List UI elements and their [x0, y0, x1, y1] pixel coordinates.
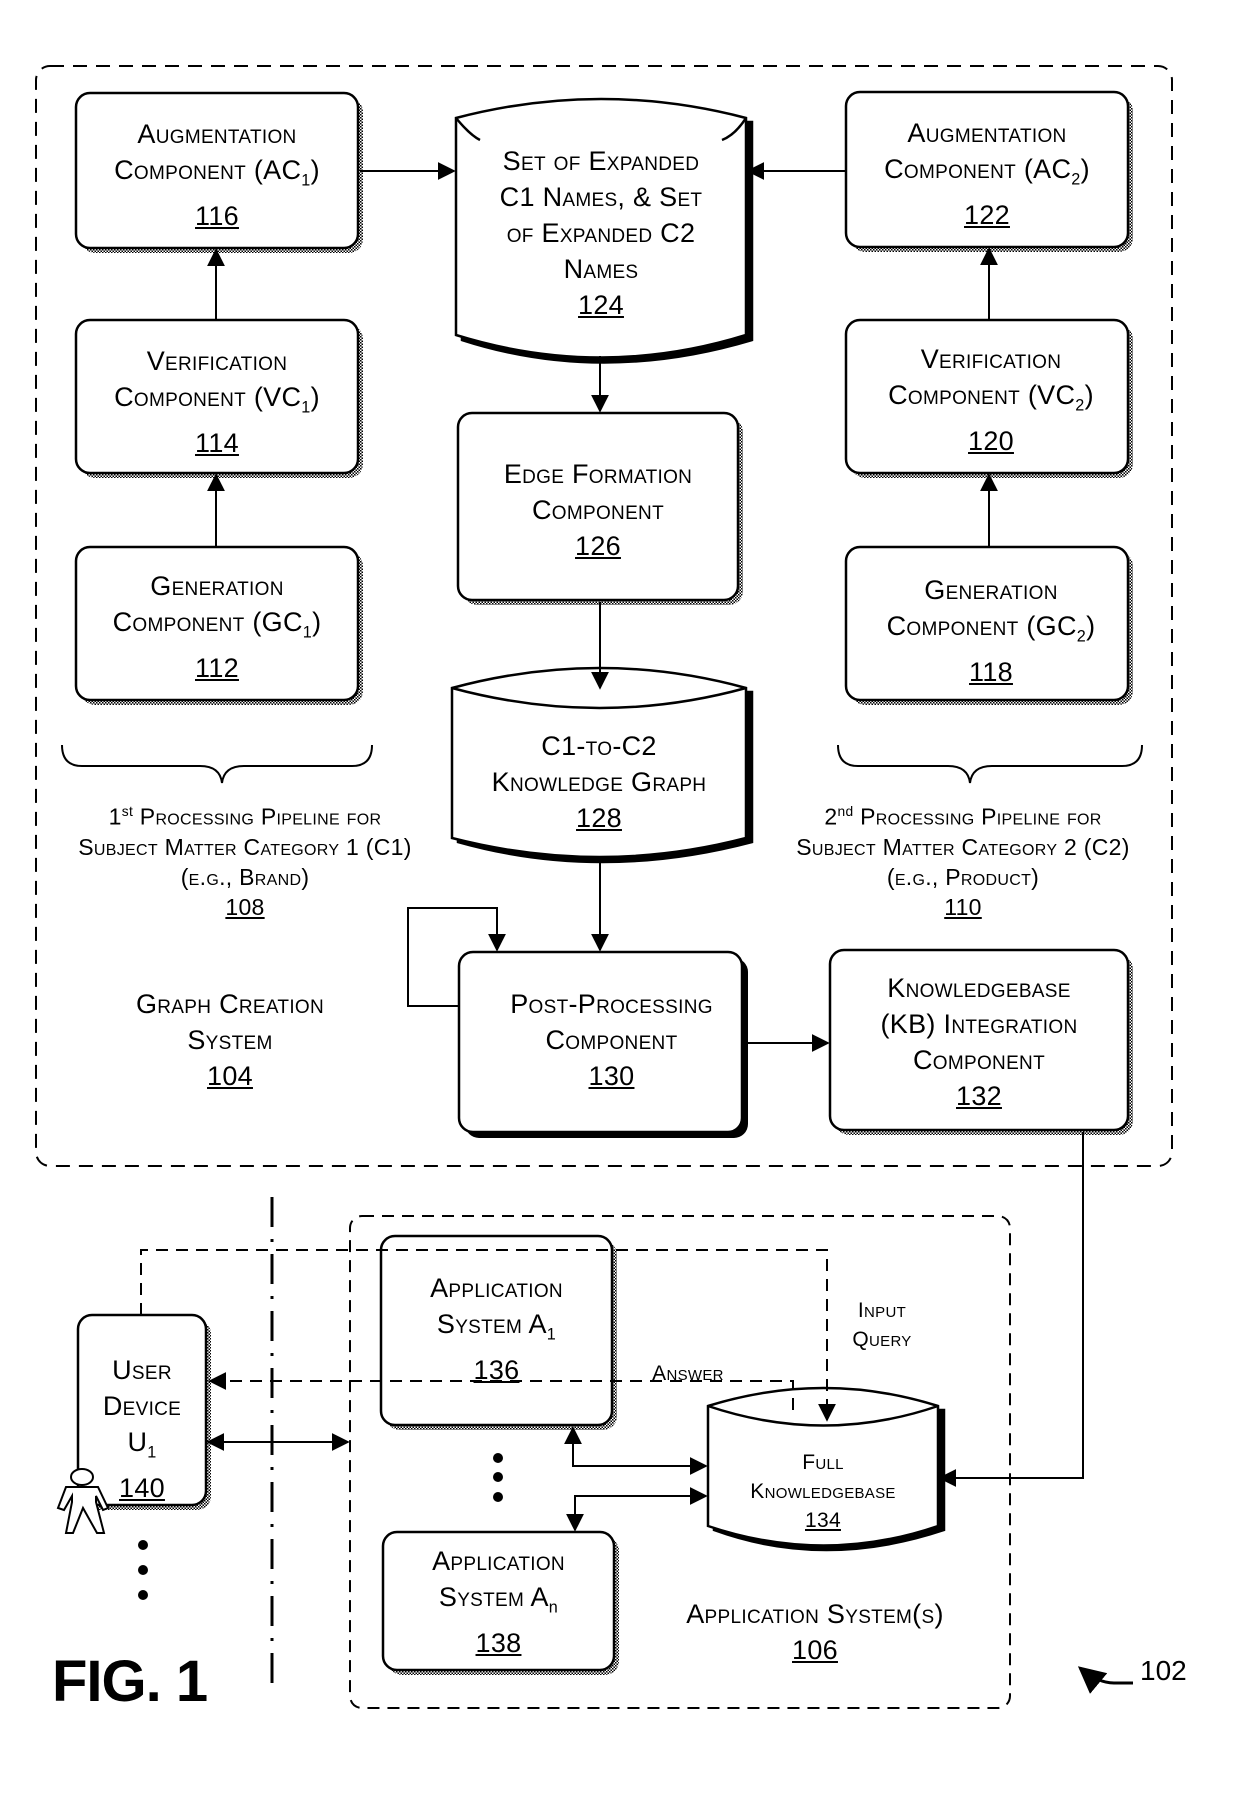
vc1-label: Verification Component (VC1) 114 — [76, 343, 358, 461]
ref-102-arrow — [1077, 1666, 1133, 1694]
post-processing-ref: 130 — [588, 1061, 635, 1091]
knowledge-graph-label: C1-to-C2 Knowledge Graph 128 — [452, 728, 746, 836]
app-system-a1-label: Application System A1 136 — [381, 1270, 612, 1388]
app-system-an-label: Application System An 138 — [383, 1543, 614, 1661]
app-system-an-ref: 138 — [475, 1628, 522, 1659]
answer-label: Answer — [652, 1362, 724, 1385]
post-processing-label: Post-Processing Component 130 — [470, 986, 753, 1094]
vc2-ref: 120 — [968, 426, 1014, 457]
user-device-ref: 140 — [119, 1473, 165, 1504]
kb-integration-ref: 132 — [956, 1081, 1002, 1111]
expanded-names-label: Set of Expanded C1 Names, & Set of Expan… — [456, 143, 746, 323]
pipeline1-brace — [61, 744, 373, 784]
pipeline2-ref: 110 — [944, 893, 982, 920]
system-ref-102: 102 — [1140, 1655, 1187, 1686]
pipeline1-ref: 108 — [225, 893, 265, 920]
edge-formation-label: Edge Formation Component 126 — [458, 456, 738, 564]
gc2-label: Generation Component (GC2) 118 — [846, 572, 1136, 690]
knowledge-graph-ref: 128 — [576, 803, 622, 833]
app-system-a1-ref: 136 — [473, 1355, 520, 1386]
graph-creation-system-ref: 104 — [207, 1061, 253, 1091]
application-systems-label: Application System(s) 106 — [650, 1596, 980, 1668]
edge-formation-ref: 126 — [575, 531, 621, 561]
graph-creation-system-label: Graph Creation System 104 — [80, 986, 380, 1094]
gc2-ref: 118 — [969, 657, 1013, 688]
vc2-label: Verification Component (VC2) 120 — [846, 341, 1136, 459]
figure-title: FIG. 1 — [52, 1649, 208, 1714]
ac2-ref: 122 — [964, 200, 1010, 231]
application-systems-ref: 106 — [792, 1635, 838, 1665]
ac1-ref: 116 — [195, 201, 239, 232]
kb-integration-label: Knowledgebase (KB) Integration Component… — [830, 970, 1128, 1114]
pipeline2-brace — [837, 744, 1143, 784]
ac1-label: Augmentation Component (AC1) 116 — [76, 116, 358, 234]
pipeline2-label: 2nd Processing Pipeline for Subject Matt… — [758, 797, 1168, 922]
gc1-label: Generation Component (GC1) 112 — [76, 568, 358, 686]
input-query-label: Input Query — [852, 1299, 912, 1351]
vc1-ref: 114 — [195, 428, 239, 459]
gc1-ref: 112 — [195, 653, 239, 684]
pipeline1-label: 1st Processing Pipeline for Subject Matt… — [40, 797, 450, 922]
ac2-label: Augmentation Component (AC2) 122 — [846, 115, 1128, 233]
user-device-label: User Device U1 140 — [78, 1352, 206, 1506]
expanded-names-ref: 124 — [578, 290, 624, 320]
full-kb-label: Full Knowledgebase 134 — [708, 1448, 938, 1535]
full-kb-ref: 134 — [805, 1509, 841, 1532]
